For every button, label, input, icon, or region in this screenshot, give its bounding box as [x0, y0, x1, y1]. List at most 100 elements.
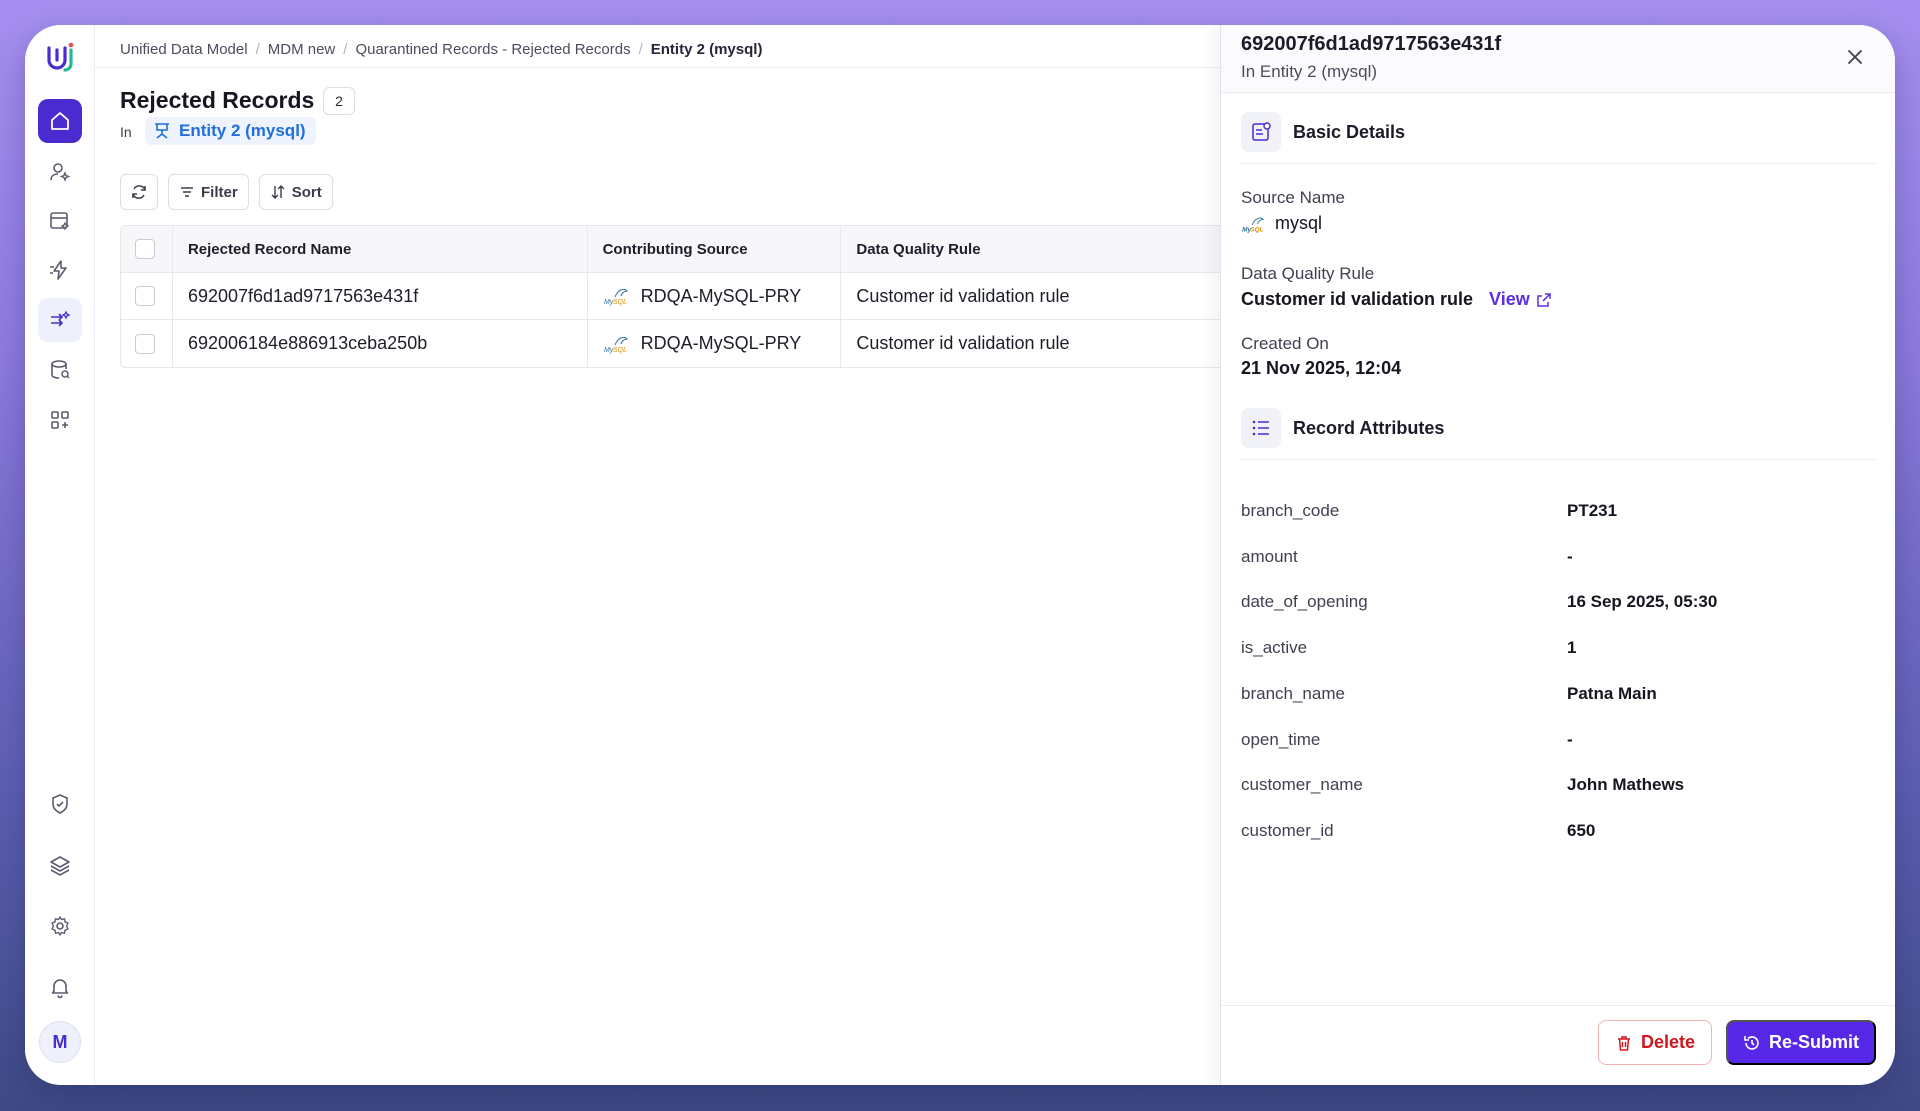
resubmit-label: Re-Submit — [1769, 1032, 1859, 1052]
resubmit-button[interactable]: Re-Submit — [1726, 1020, 1876, 1065]
created-on-value: 21 Nov 2025, 12:04 — [1241, 358, 1402, 378]
filter-button[interactable]: Filter — [168, 174, 249, 210]
breadcrumb-separator: / — [255, 40, 260, 58]
divider — [1221, 1005, 1895, 1006]
source-name-label: Source Name — [1241, 188, 1345, 207]
column-header[interactable]: Data Quality Rule — [841, 226, 1245, 272]
record-name-cell[interactable]: 692006184e886913ceba250b — [173, 320, 588, 367]
svg-text:SQL: SQL — [613, 299, 627, 306]
lightning-icon — [50, 260, 67, 280]
column-header[interactable]: Contributing Source — [588, 226, 842, 272]
attribute-key: open_time — [1241, 729, 1321, 749]
shield-sparkle-icon — [52, 794, 68, 814]
row-checkbox[interactable] — [135, 333, 155, 354]
external-link-icon — [1537, 292, 1551, 307]
view-rule-link[interactable]: View — [1489, 289, 1552, 310]
close-icon[interactable] — [1843, 45, 1867, 69]
bell-icon — [51, 979, 69, 999]
table-header-row: Rejected Record Name Contributing Source… — [121, 226, 1245, 273]
filter-icon — [181, 187, 193, 197]
select-all-checkbox[interactable] — [135, 239, 155, 259]
nav-users[interactable] — [38, 150, 82, 194]
breadcrumb-current: Entity 2 (mysql) — [650, 40, 763, 58]
attribute-key: date_of_opening — [1241, 592, 1368, 612]
rejected-records-table: Rejected Record Name Contributing Source… — [120, 225, 1245, 368]
gear-icon — [51, 916, 69, 936]
source-cell: My SQL RDQA-MySQL-PRY — [588, 273, 842, 319]
created-on-label: Created On — [1241, 334, 1329, 353]
delete-button[interactable]: Delete — [1598, 1020, 1712, 1065]
breadcrumb-item[interactable]: Unified Data Model — [120, 41, 248, 58]
attribute-value: - — [1567, 729, 1573, 749]
nav-layers[interactable] — [38, 843, 82, 887]
dq-rule-label: Data Quality Rule — [1241, 264, 1375, 283]
attribute-key: customer_name — [1241, 775, 1363, 795]
nav-data-flow[interactable] — [38, 298, 82, 342]
main-content: Unified Data Model / MDM new / Quarantin… — [95, 25, 1245, 1085]
table-row[interactable]: 692007f6d1ad9717563e431f My SQL RDQA-MySQ… — [121, 273, 1245, 320]
dq-rule-value: Customer id validation rule View — [1241, 289, 1552, 310]
nav-notifications[interactable] — [38, 965, 82, 1009]
avatar[interactable]: M — [39, 1021, 81, 1063]
nav-home[interactable] — [38, 99, 82, 143]
entity-chip[interactable]: Entity 2 (mysql) — [145, 117, 316, 145]
nav-records[interactable] — [38, 199, 82, 243]
source-name-value: My SQL mysql — [1241, 213, 1322, 234]
nav-settings[interactable] — [38, 904, 82, 948]
attribute-key: branch_code — [1241, 501, 1340, 520]
nav-data-search[interactable] — [38, 348, 82, 392]
attribute-value: 1 — [1567, 638, 1577, 658]
sort-label: Sort — [291, 183, 322, 201]
source-name: RDQA-MySQL-PRY — [640, 285, 802, 306]
delete-label: Delete — [1640, 1032, 1696, 1052]
breadcrumb-separator: / — [343, 40, 348, 58]
left-nav-rail: M — [25, 25, 95, 1085]
source-cell: My SQL RDQA-MySQL-PRY — [588, 320, 842, 367]
sort-icon — [271, 185, 285, 199]
attribute-key: customer_id — [1241, 820, 1334, 840]
logo-icon — [47, 42, 74, 72]
record-attributes-header: Record Attributes — [1241, 408, 1444, 448]
sort-button[interactable]: Sort — [258, 174, 333, 210]
row-checkbox[interactable] — [135, 286, 155, 306]
record-attributes-title: Record Attributes — [1293, 417, 1445, 438]
rule-cell: Customer id validation rule — [856, 285, 1070, 306]
page-title: Rejected Records — [120, 87, 315, 113]
rule-cell: Customer id validation rule — [856, 333, 1070, 353]
record-details-panel: 692007f6d1ad9717563e431f In Entity 2 (my… — [1220, 25, 1895, 1085]
svg-text:SQL: SQL — [613, 347, 627, 354]
source-name-text: mysql — [1275, 213, 1323, 233]
attribute-value: PT231 — [1567, 501, 1618, 520]
database-search-icon — [51, 360, 70, 379]
nav-automation[interactable] — [38, 248, 82, 292]
table-sparkle-icon — [50, 212, 70, 231]
view-link-label: View — [1489, 289, 1530, 309]
divider — [95, 67, 1245, 68]
details-icon — [1241, 112, 1281, 152]
column-header[interactable]: Rejected Record Name — [173, 226, 588, 272]
breadcrumb-separator: / — [638, 40, 643, 58]
app-logo[interactable] — [40, 39, 80, 79]
attribute-value: John Mathews — [1567, 775, 1685, 795]
nav-apps[interactable] — [38, 398, 82, 442]
resubmit-icon — [1744, 1035, 1759, 1050]
mysql-icon: My SQL — [1242, 217, 1264, 233]
breadcrumb-item[interactable]: Quarantined Records - Rejected Records — [355, 41, 630, 58]
breadcrumb: Unified Data Model / MDM new / Quarantin… — [120, 35, 762, 63]
refresh-button[interactable] — [120, 174, 158, 210]
entity-chip-label: Entity 2 (mysql) — [179, 121, 306, 140]
row-select-cell — [121, 320, 173, 367]
layers-icon — [50, 856, 70, 876]
attribute-value: 16 Sep 2025, 05:30 — [1567, 592, 1718, 612]
attribute-value: - — [1567, 546, 1573, 566]
breadcrumb-item[interactable]: MDM new — [268, 41, 336, 58]
record-name-cell[interactable]: 692007f6d1ad9717563e431f — [173, 273, 588, 319]
divider — [1241, 163, 1876, 164]
home-icon — [51, 112, 69, 130]
divider — [1241, 459, 1876, 460]
table-row[interactable]: 692006184e886913ceba250b My SQL RDQA-MySQ… — [121, 320, 1245, 367]
apps-add-icon — [51, 411, 69, 429]
mysql-icon: My SQL — [604, 336, 628, 354]
attribute-key: amount — [1241, 546, 1298, 566]
nav-governance[interactable] — [38, 782, 82, 826]
